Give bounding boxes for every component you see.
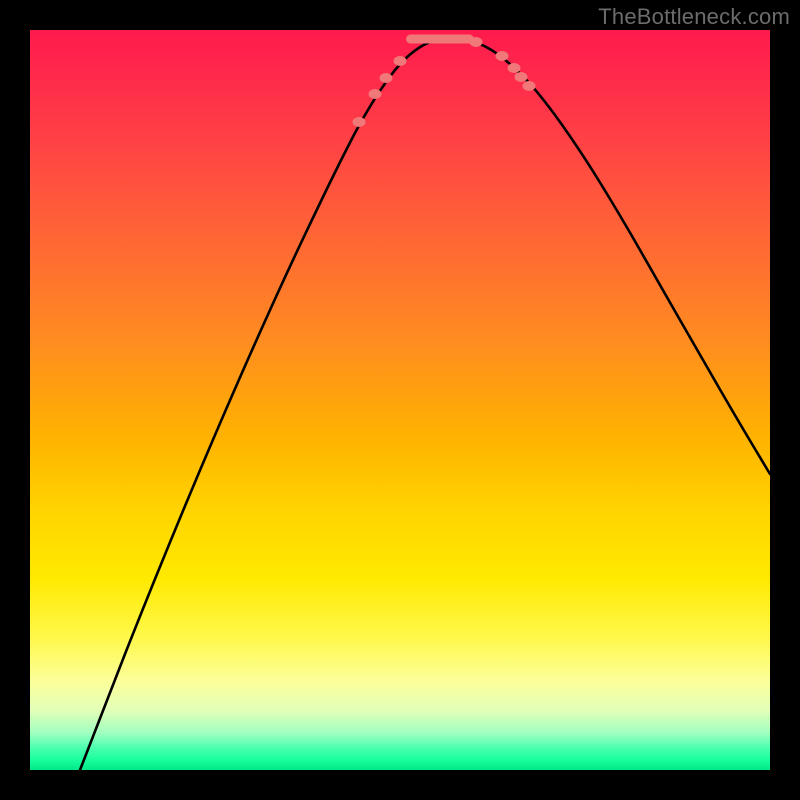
marker-cluster xyxy=(406,35,474,44)
bottleneck-curve xyxy=(80,38,770,770)
chart-frame: TheBottleneck.com xyxy=(0,0,800,800)
plot-area xyxy=(30,30,770,770)
marker-dot xyxy=(470,37,483,47)
marker-dot xyxy=(523,81,536,91)
marker-dot xyxy=(508,63,521,73)
marker-dot xyxy=(515,72,528,82)
marker-layer xyxy=(353,35,536,128)
marker-dot xyxy=(496,51,509,61)
watermark-text: TheBottleneck.com xyxy=(598,4,790,30)
marker-dot xyxy=(394,56,407,66)
marker-dot xyxy=(369,89,382,99)
marker-dot xyxy=(380,73,393,83)
marker-dot xyxy=(353,117,366,127)
curve-layer xyxy=(80,38,770,770)
chart-svg xyxy=(30,30,770,770)
